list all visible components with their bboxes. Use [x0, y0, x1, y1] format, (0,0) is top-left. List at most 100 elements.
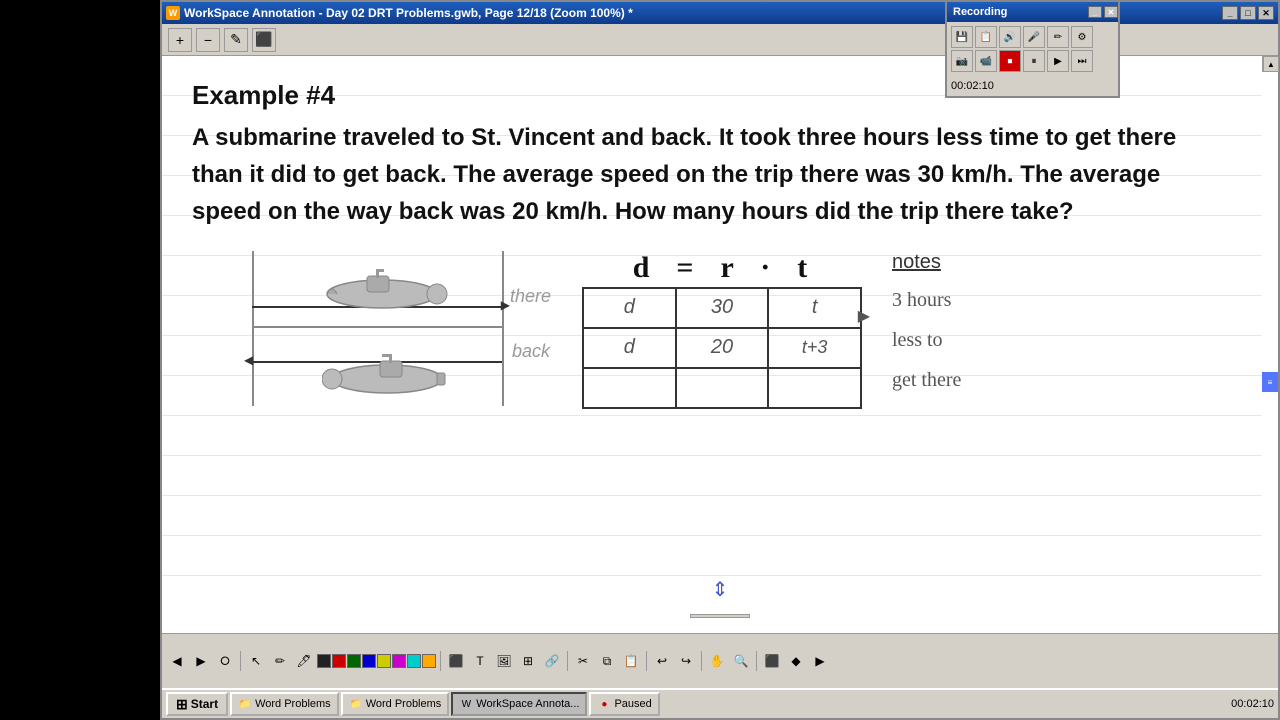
taskbar-item-word-problems-2[interactable]: 📁 Word Problems: [341, 692, 450, 716]
taskbar: ⊞ Start 📁 Word Problems 📁 Word Problems …: [162, 688, 1278, 718]
separator-2: [440, 651, 441, 671]
separator-4: [646, 651, 647, 671]
color-green[interactable]: [347, 654, 361, 668]
table-arrow: ▶: [858, 306, 870, 326]
cut-tool[interactable]: ✂: [572, 650, 594, 672]
drt-header: d = r · t: [582, 251, 862, 285]
rec-btn-7[interactable]: 📷: [951, 50, 973, 72]
notes-line-1: 3 hours: [892, 280, 961, 320]
right-divider: [502, 251, 504, 406]
recording-buttons: 💾 📋 🔊 🎤 ✏ ⚙ 📷 📹 ⏹ ⏸ ▶ ⏭: [947, 22, 1118, 76]
cell-empty-r: [676, 368, 769, 408]
color-orange[interactable]: [422, 654, 436, 668]
taskbar-item-word-problems-1[interactable]: 📁 Word Problems: [230, 692, 339, 716]
rec-btn-11[interactable]: ⏭: [1071, 50, 1093, 72]
scroll-indicator[interactable]: ≡: [1262, 372, 1278, 392]
table-row: d 30 t: [583, 288, 861, 328]
subtract-button[interactable]: −: [196, 28, 220, 52]
start-label: Start: [191, 697, 218, 711]
maximize-button[interactable]: □: [1240, 6, 1256, 20]
color-red[interactable]: [332, 654, 346, 668]
taskbar-item-workspace[interactable]: W WorkSpace Annota...: [451, 692, 587, 716]
table-row: [583, 368, 861, 408]
taskbar-item-paused[interactable]: ● Paused: [589, 692, 659, 716]
separator-1: [240, 651, 241, 671]
cell-there-r: 30: [676, 288, 769, 328]
middle-divider: [252, 326, 504, 328]
rec-btn-2[interactable]: 📋: [975, 26, 997, 48]
close-button[interactable]: ✕: [1258, 6, 1274, 20]
rec-stop-btn[interactable]: ⏹: [999, 50, 1021, 72]
color-cyan[interactable]: [407, 654, 421, 668]
add-button[interactable]: +: [168, 28, 192, 52]
text-tool[interactable]: T: [469, 650, 491, 672]
cell-back-d: d: [583, 328, 676, 368]
redo-tool[interactable]: ↪: [675, 650, 697, 672]
rec-btn-5[interactable]: ✏: [1047, 26, 1069, 48]
paste-tool[interactable]: 📋: [620, 650, 642, 672]
shapes-tool[interactable]: ⬛: [445, 650, 467, 672]
copy-tool[interactable]: ⧉: [596, 650, 618, 672]
tool-c[interactable]: ▶: [809, 650, 831, 672]
image-tool[interactable]: 🖼: [493, 650, 515, 672]
rec-btn-8[interactable]: 📹: [975, 50, 997, 72]
tool-b[interactable]: ◆: [785, 650, 807, 672]
hand-tool[interactable]: ✋: [706, 650, 728, 672]
recording-minimize[interactable]: _: [1088, 6, 1102, 18]
example-text: Example #4 A submarine traveled to St. V…: [192, 76, 1232, 231]
left-divider: [252, 251, 254, 406]
submarine-container: there back: [192, 251, 532, 411]
diagram-area: there back d = r · t d 30 t d: [192, 251, 1232, 411]
rec-btn-9[interactable]: ⏸: [1023, 50, 1045, 72]
notes-line-2: less to: [892, 320, 961, 360]
recording-controls: _ ✕: [1088, 6, 1118, 18]
problem-text: A submarine traveled to St. Vincent and …: [192, 119, 1232, 231]
edit-button[interactable]: ✎: [224, 28, 248, 52]
cell-there-d: d: [583, 288, 676, 328]
rec-btn-1[interactable]: 💾: [951, 26, 973, 48]
highlight-tool[interactable]: 🖊: [293, 650, 315, 672]
cursor-tool[interactable]: ↖: [245, 650, 267, 672]
start-button[interactable]: ⊞ Start: [166, 692, 228, 716]
zoom-tool[interactable]: 🔍: [730, 650, 752, 672]
cell-empty-t: [768, 368, 861, 408]
rec-btn-4[interactable]: 🎤: [1023, 26, 1045, 48]
recording-close[interactable]: ✕: [1104, 6, 1118, 18]
taskbar-label-1: Word Problems: [255, 698, 331, 710]
folder-icon-1: 📁: [238, 697, 252, 711]
screen-button[interactable]: ⬛: [252, 28, 276, 52]
title-bar-left: W WorkSpace Annotation - Day 02 DRT Prob…: [166, 6, 633, 20]
table-tool[interactable]: ⊞: [517, 650, 539, 672]
pen-tool[interactable]: ✏: [269, 650, 291, 672]
separator-5: [701, 651, 702, 671]
window-title: WorkSpace Annotation - Day 02 DRT Proble…: [184, 6, 633, 20]
recording-time-area: 00:02:10: [947, 76, 1118, 96]
minimize-button[interactable]: _: [1222, 6, 1238, 20]
color-purple[interactable]: [392, 654, 406, 668]
label-back: back: [512, 341, 550, 362]
link-tool[interactable]: 🔗: [541, 650, 563, 672]
rec-btn-6[interactable]: ⚙: [1071, 26, 1093, 48]
app-icon: W: [166, 6, 180, 20]
scroll-up-button[interactable]: ▲: [1263, 56, 1279, 72]
back-nav-button[interactable]: ◀: [166, 650, 188, 672]
scroll-icon: ≡: [1268, 378, 1273, 387]
taskbar-right: 00:02:10: [1231, 698, 1274, 710]
drt-section: d = r · t d 30 t d 20 t+3: [582, 251, 862, 409]
forward-nav-button[interactable]: ▶: [190, 650, 212, 672]
rec-btn-3[interactable]: 🔊: [999, 26, 1021, 48]
tool-a[interactable]: ⬛: [761, 650, 783, 672]
undo-tool[interactable]: ↩: [651, 650, 673, 672]
color-yellow[interactable]: [377, 654, 391, 668]
color-blue[interactable]: [362, 654, 376, 668]
taskbar-label-4: Paused: [614, 698, 651, 710]
color-palette: [317, 654, 436, 668]
scrollbar-area: ▲: [1262, 56, 1278, 72]
color-black[interactable]: [317, 654, 331, 668]
home-button[interactable]: ⭘: [214, 650, 236, 672]
drt-table: d 30 t d 20 t+3: [582, 287, 862, 409]
folder-icon-2: 📁: [349, 697, 363, 711]
title-bar-buttons[interactable]: _ □ ✕: [1222, 6, 1274, 20]
rec-btn-10[interactable]: ▶: [1047, 50, 1069, 72]
center-scroll-button[interactable]: ⇕: [712, 577, 729, 602]
